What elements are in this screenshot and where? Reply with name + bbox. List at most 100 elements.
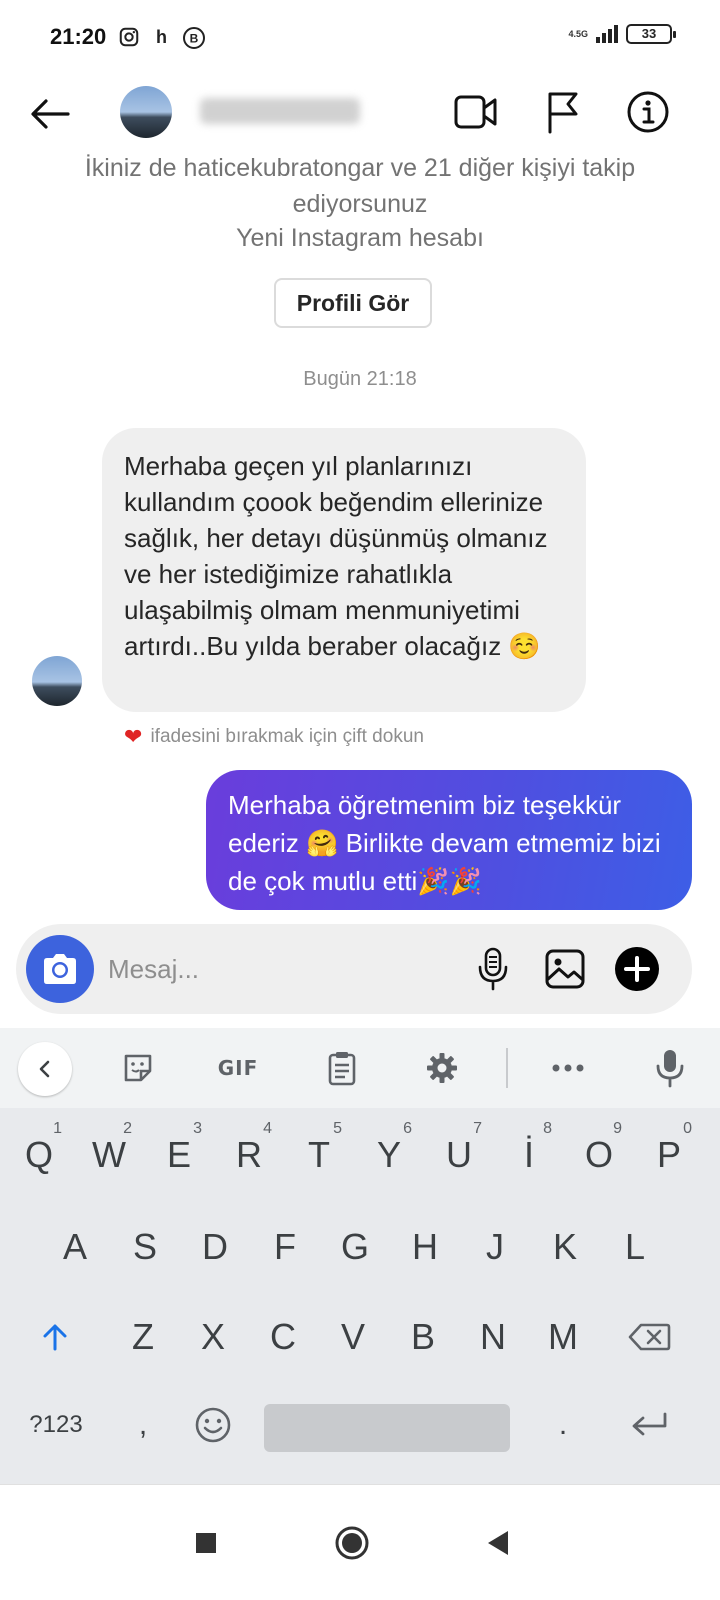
keyboard-toolbar: GIF bbox=[0, 1028, 720, 1108]
keyboard: GIF Q1 W2 E3 R4 T5 Y6 U7 İ8 O9 P0 A S D … bbox=[0, 1028, 720, 1484]
key-l[interactable]: L bbox=[600, 1202, 670, 1292]
signal-icon bbox=[596, 25, 618, 43]
emoji-key[interactable] bbox=[178, 1380, 248, 1470]
key-b[interactable]: B bbox=[388, 1292, 458, 1382]
flag-icon bbox=[548, 92, 578, 134]
key-f[interactable]: F bbox=[250, 1202, 320, 1292]
home-circle-icon bbox=[335, 1526, 369, 1560]
key-m[interactable]: M bbox=[528, 1292, 598, 1382]
key-j[interactable]: J bbox=[460, 1202, 530, 1292]
key-x[interactable]: X bbox=[178, 1292, 248, 1382]
key-g[interactable]: G bbox=[320, 1202, 390, 1292]
reaction-hint-text: ifadesini bırakmak için çift dokun bbox=[150, 726, 424, 747]
image-icon bbox=[545, 949, 585, 989]
period-key[interactable]: . bbox=[528, 1380, 598, 1470]
recents-button[interactable] bbox=[186, 1523, 226, 1563]
network-label: 4.5G bbox=[568, 28, 588, 39]
home-button[interactable] bbox=[332, 1523, 372, 1563]
chat-header: fatmaaaa998 bbox=[0, 80, 720, 152]
status-bar: 21:20 h B 4.5G 33 bbox=[0, 0, 720, 80]
emoji-icon bbox=[195, 1407, 231, 1443]
backspace-key[interactable] bbox=[614, 1292, 684, 1382]
microphone-icon bbox=[478, 947, 508, 991]
key-u[interactable]: U7 bbox=[424, 1110, 494, 1200]
voice-typing-button[interactable] bbox=[650, 1046, 690, 1090]
message-composer bbox=[16, 924, 692, 1014]
key-h[interactable]: H bbox=[390, 1202, 460, 1292]
sticker-icon bbox=[124, 1054, 152, 1082]
clipboard-button[interactable] bbox=[322, 1046, 362, 1090]
enter-key[interactable] bbox=[614, 1380, 684, 1470]
contact-name[interactable]: fatmaaaa998 bbox=[200, 98, 360, 124]
key-row-3: Z X C V B N M bbox=[0, 1292, 720, 1382]
incoming-message[interactable]: Merhaba geçen yıl planlarınızı kullandım… bbox=[102, 428, 586, 712]
status-right: 4.5G 33 bbox=[568, 24, 676, 44]
contact-avatar[interactable] bbox=[120, 86, 172, 138]
account-subtitle: Yeni Instagram hesabı bbox=[236, 224, 484, 252]
clipboard-icon bbox=[328, 1052, 356, 1086]
message-input[interactable] bbox=[108, 948, 438, 990]
sticker-button[interactable] bbox=[118, 1046, 158, 1090]
key-row-2: A S D F G H J K L bbox=[0, 1202, 720, 1292]
space-key[interactable] bbox=[264, 1404, 510, 1452]
sender-avatar[interactable] bbox=[32, 656, 82, 706]
back-button[interactable] bbox=[26, 90, 74, 138]
gif-button[interactable]: GIF bbox=[210, 1046, 266, 1090]
instagram-icon bbox=[118, 26, 140, 53]
square-icon bbox=[196, 1533, 216, 1553]
gif-label: GIF bbox=[217, 1056, 259, 1080]
video-call-icon bbox=[454, 95, 497, 129]
view-profile-button[interactable]: Profili Gör bbox=[274, 278, 432, 328]
key-v[interactable]: V bbox=[318, 1292, 388, 1382]
key-p[interactable]: P0 bbox=[634, 1110, 704, 1200]
key-c[interactable]: C bbox=[248, 1292, 318, 1382]
outgoing-message[interactable]: Merhaba öğretmenim biz teşekkür ederiz 🤗… bbox=[206, 770, 692, 910]
toolbar-divider bbox=[506, 1048, 508, 1088]
info-button[interactable] bbox=[622, 86, 674, 138]
back-arrow-icon bbox=[31, 99, 70, 129]
key-dotted-i[interactable]: İ8 bbox=[494, 1110, 564, 1200]
gallery-button[interactable] bbox=[540, 944, 590, 994]
keyboard-back-button[interactable] bbox=[18, 1042, 72, 1096]
plus-circle-icon bbox=[615, 947, 659, 991]
chevron-left-icon bbox=[39, 1060, 50, 1078]
comma-key[interactable]: , bbox=[108, 1380, 178, 1470]
report-button[interactable] bbox=[536, 86, 588, 138]
keyboard-more-button[interactable] bbox=[548, 1046, 588, 1090]
mutual-followers-text: İkiniz de haticekubratongar ve 21 diğer … bbox=[84, 154, 636, 218]
key-k[interactable]: K bbox=[530, 1202, 600, 1292]
key-s[interactable]: S bbox=[110, 1202, 180, 1292]
camera-icon bbox=[44, 954, 76, 984]
voice-message-button[interactable] bbox=[468, 944, 518, 994]
shift-arrow-icon bbox=[43, 1324, 67, 1351]
key-z[interactable]: Z bbox=[108, 1292, 178, 1382]
more-options-button[interactable] bbox=[612, 944, 662, 994]
nav-back-button[interactable] bbox=[478, 1523, 518, 1563]
backspace-icon bbox=[628, 1323, 671, 1351]
video-call-button[interactable] bbox=[450, 86, 502, 138]
svg-text:B: B bbox=[190, 32, 199, 46]
symbols-key[interactable]: ?123 bbox=[18, 1380, 94, 1470]
key-o[interactable]: O9 bbox=[564, 1110, 634, 1200]
key-t[interactable]: T5 bbox=[284, 1110, 354, 1200]
network-indicator: 4.5G bbox=[568, 28, 588, 39]
key-a[interactable]: A bbox=[40, 1202, 110, 1292]
shift-key[interactable] bbox=[20, 1292, 90, 1382]
key-w[interactable]: W2 bbox=[74, 1110, 144, 1200]
key-y[interactable]: Y6 bbox=[354, 1110, 424, 1200]
status-time: 21:20 bbox=[50, 24, 107, 49]
keyboard-settings-button[interactable] bbox=[422, 1046, 462, 1090]
reaction-hint: ❤ ifadesini bırakmak için çift dokun bbox=[124, 724, 424, 750]
key-r[interactable]: R4 bbox=[214, 1110, 284, 1200]
key-q[interactable]: Q1 bbox=[4, 1110, 74, 1200]
key-n[interactable]: N bbox=[458, 1292, 528, 1382]
heart-icon: ❤ bbox=[124, 724, 143, 749]
microphone-icon bbox=[656, 1050, 684, 1088]
triangle-back-icon bbox=[488, 1531, 508, 1555]
b-icon: B bbox=[182, 26, 206, 55]
key-d[interactable]: D bbox=[180, 1202, 250, 1292]
camera-button[interactable] bbox=[26, 935, 94, 1003]
more-dots-icon bbox=[552, 1064, 584, 1072]
message-timestamp: Bugün 21:18 bbox=[303, 368, 417, 390]
key-e[interactable]: E3 bbox=[144, 1110, 214, 1200]
